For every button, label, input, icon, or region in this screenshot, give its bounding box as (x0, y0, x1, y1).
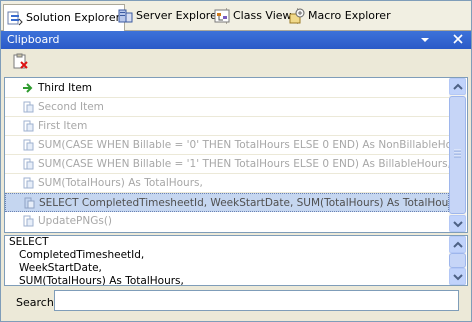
list-item-text: SUM(TotalHours) As TotalHours, (38, 177, 203, 189)
search-label: Search (16, 296, 54, 309)
clipboard-item-icon (21, 176, 35, 190)
class-view-icon (214, 8, 230, 24)
chevron-up-icon (453, 241, 463, 248)
tab-label: Macro Explorer (308, 9, 391, 22)
clipboard-item-icon (22, 196, 36, 210)
chevron-down-icon (453, 274, 463, 281)
search-bar: Search (1, 288, 471, 321)
list-item[interactable]: Second Item (5, 98, 449, 117)
scroll-up-button[interactable] (449, 78, 466, 95)
tab-solution-explorer[interactable]: Solution Explorer (3, 4, 126, 31)
chevron-down-icon[interactable] (419, 34, 431, 46)
tab-macro-explorer[interactable]: Macro Explorer (286, 5, 395, 27)
list-item[interactable]: SUM(TotalHours) As TotalHours, (5, 174, 449, 193)
scroll-up-button[interactable] (449, 236, 466, 253)
preview-text: SELECT CompletedTimesheetId, WeekStartDa… (9, 236, 184, 286)
clipboard-item-list: Third Item Second Item First Item SUM(CA… (4, 77, 468, 233)
preview-vertical-scrollbar[interactable] (449, 236, 466, 285)
clipboard-item-icon (21, 214, 35, 228)
list-item-text: SUM(CASE WHEN Billable = '1' THEN TotalH… (38, 158, 449, 170)
list-item-text: Second Item (38, 101, 104, 113)
clipboard-tool-window: Solution Explorer Server Explorer Class … (0, 0, 472, 322)
list-vertical-scrollbar[interactable] (449, 78, 466, 232)
solution-explorer-icon (7, 10, 23, 26)
macro-explorer-icon (289, 8, 305, 24)
clear-clipboard-icon[interactable] (12, 53, 30, 71)
scroll-thumb[interactable] (449, 253, 466, 268)
list-item[interactable]: First Item (5, 117, 449, 136)
list-item[interactable]: Third Item (5, 79, 449, 98)
clipboard-preview: SELECT CompletedTimesheetId, WeekStartDa… (4, 235, 468, 286)
close-icon[interactable] (452, 33, 464, 45)
tab-label: Server Explorer (136, 9, 222, 22)
chevron-down-icon (453, 221, 463, 228)
grip-icon (454, 149, 461, 158)
tool-window-tab-strip: Solution Explorer Server Explorer Class … (1, 1, 471, 31)
list-item[interactable]: UpdatePNGs() (5, 212, 449, 231)
scroll-down-button[interactable] (449, 215, 466, 232)
server-explorer-icon (117, 8, 133, 24)
tab-label: Solution Explorer (26, 11, 121, 24)
panel-title: Clipboard (7, 33, 60, 46)
list-item-text: UpdatePNGs() (38, 215, 113, 227)
clipboard-item-icon (21, 119, 35, 133)
chevron-up-icon (453, 83, 463, 90)
list-item-text: SUM(CASE WHEN Billable = '0' THEN TotalH… (38, 139, 449, 151)
list-item-text: Third Item (38, 82, 93, 94)
scroll-thumb[interactable] (449, 96, 466, 214)
list-item[interactable]: SUM(CASE WHEN Billable = '1' THEN TotalH… (5, 155, 449, 174)
clipboard-item-icon (21, 100, 35, 114)
tab-class-view[interactable]: Class View (211, 5, 298, 27)
scroll-down-button[interactable] (449, 268, 466, 285)
search-input[interactable] (54, 290, 459, 311)
list-item[interactable]: SUM(CASE WHEN Billable = '0' THEN TotalH… (5, 136, 449, 155)
list-item-text: First Item (38, 120, 88, 132)
clipboard-item-icon (21, 157, 35, 171)
list-item-text: SELECT CompletedTimesheetId, WeekStartDa… (39, 197, 449, 209)
clipboard-item-icon (21, 138, 35, 152)
green-arrow-icon (21, 81, 35, 95)
toolbar (1, 49, 471, 75)
list-item-selected[interactable]: SELECT CompletedTimesheetId, WeekStartDa… (5, 193, 449, 212)
tab-label: Class View (233, 9, 292, 22)
panel-title-bar: Clipboard (1, 31, 471, 49)
tab-server-explorer[interactable]: Server Explorer (114, 5, 228, 27)
